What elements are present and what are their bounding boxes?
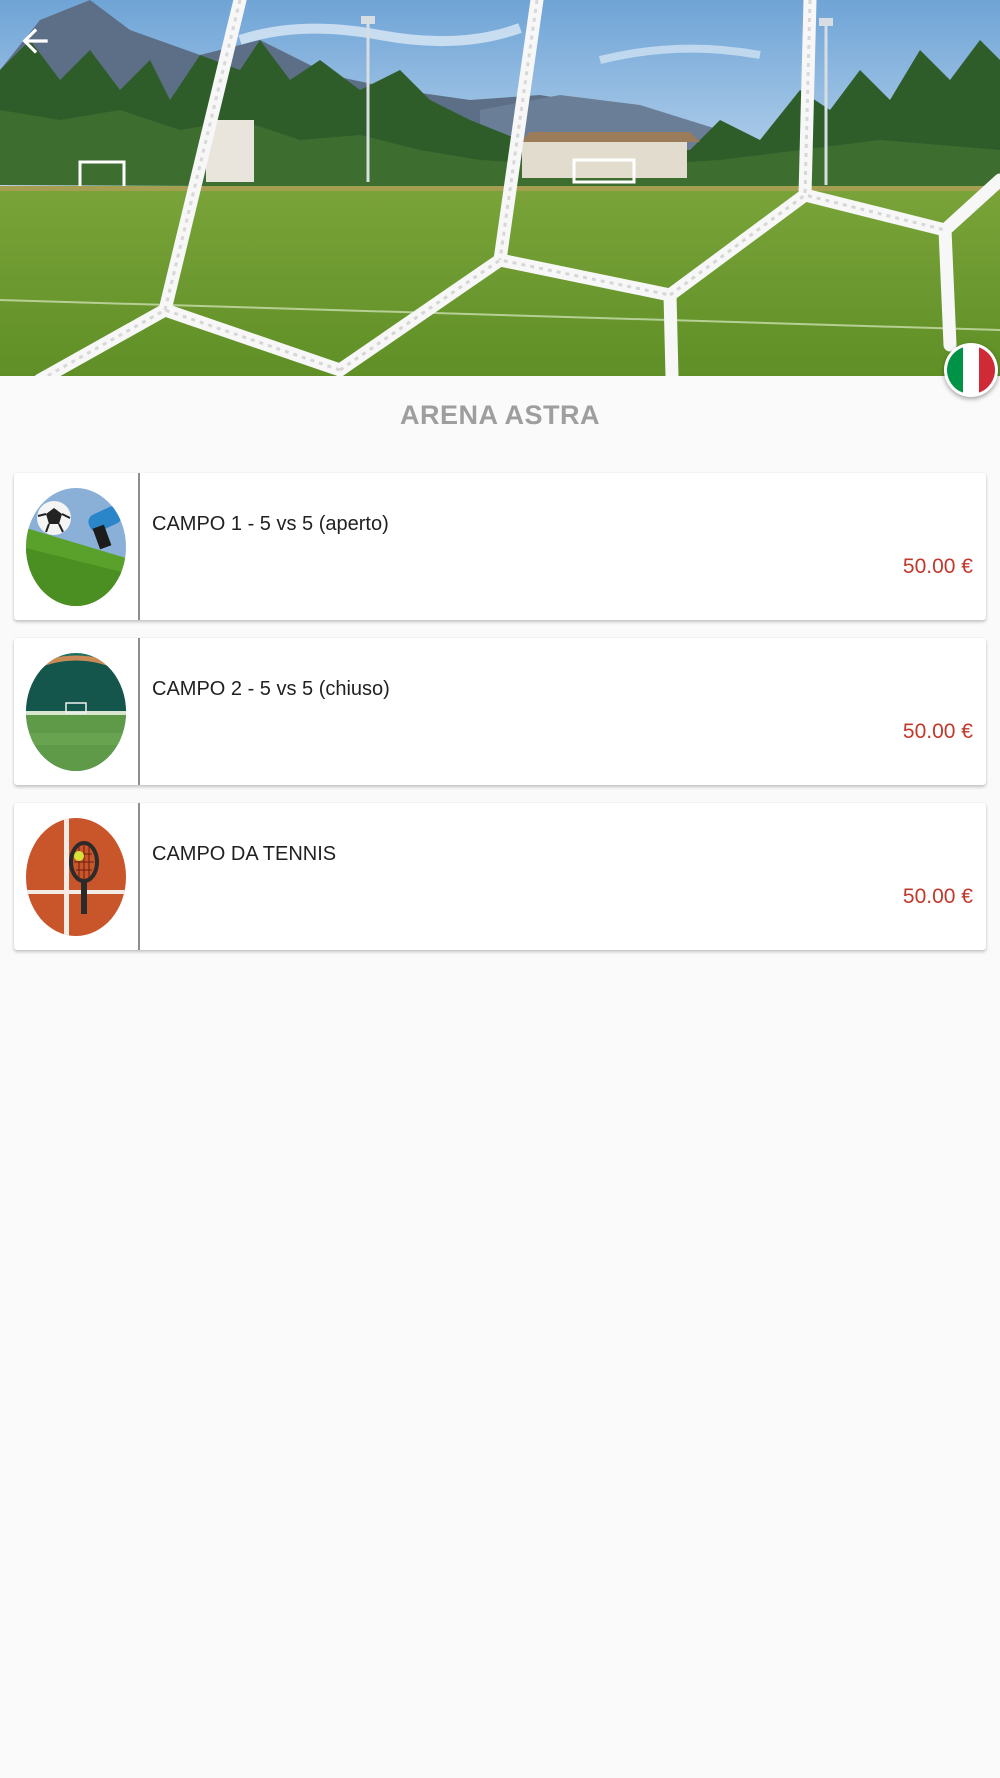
field-name: CAMPO 1 - 5 vs 5 (aperto): [152, 513, 389, 535]
field-list: CAMPO 1 - 5 vs 5 (aperto) 50.00 € CAMPO …: [14, 473, 986, 968]
venue-title: ARENA ASTRA: [400, 400, 600, 430]
field-name: CAMPO DA TENNIS: [152, 843, 337, 865]
italy-flag-icon: [947, 346, 995, 394]
hero-photo: [0, 0, 1000, 376]
language-button[interactable]: [944, 343, 998, 397]
field-list-screen: ARENA ASTRA CAMPO 1 - 5 vs 5 (aperto) 50…: [0, 0, 1000, 1778]
field-info: CAMPO 1 - 5 vs 5 (aperto) 50.00 €: [140, 473, 986, 620]
field-price: 50.00 €: [902, 555, 973, 578]
hero-image: [0, 0, 1000, 376]
indoor-pitch-photo: [26, 652, 126, 771]
field-name: CAMPO 2 - 5 vs 5 (chiuso): [152, 678, 390, 700]
field-thumbnail-wrap: [14, 638, 140, 785]
field-price: 50.00 €: [902, 885, 973, 908]
soccer-ball-grass-photo: [26, 487, 126, 606]
field-thumbnail-wrap: [14, 803, 140, 950]
field-thumbnail: [26, 817, 126, 936]
field-thumbnail: [26, 487, 126, 606]
field-info: CAMPO DA TENNIS 50.00 €: [140, 803, 986, 950]
back-button[interactable]: [10, 16, 60, 66]
tennis-racket-clay-photo: [26, 817, 126, 936]
field-thumbnail-wrap: [14, 473, 140, 620]
field-card-campo-1[interactable]: CAMPO 1 - 5 vs 5 (aperto) 50.00 €: [14, 473, 986, 620]
field-price: 50.00 €: [902, 720, 973, 743]
field-card-campo-2[interactable]: CAMPO 2 - 5 vs 5 (chiuso) 50.00 €: [14, 638, 986, 785]
field-card-tennis[interactable]: CAMPO DA TENNIS 50.00 €: [14, 803, 986, 950]
arrow-left-icon: [22, 28, 48, 54]
field-thumbnail: [26, 652, 126, 771]
field-info: CAMPO 2 - 5 vs 5 (chiuso) 50.00 €: [140, 638, 986, 785]
